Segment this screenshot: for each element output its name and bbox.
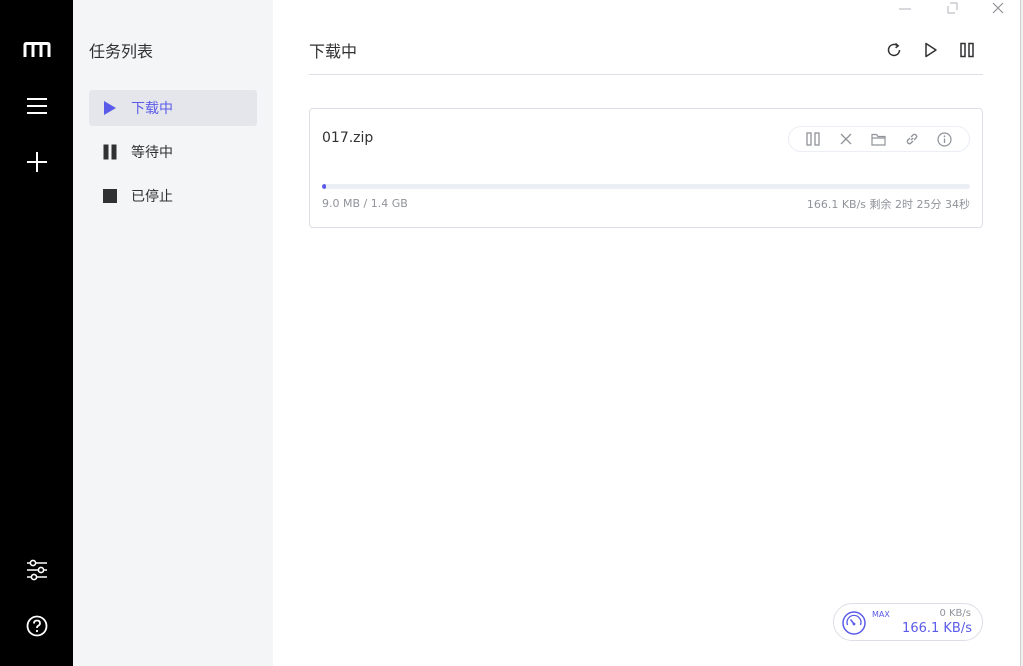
folder-icon bbox=[871, 133, 887, 146]
sidebar-item-label: 下载中 bbox=[131, 101, 173, 117]
app-rail bbox=[0, 0, 73, 666]
help-button[interactable] bbox=[0, 606, 73, 646]
sliders-icon bbox=[26, 559, 47, 581]
logo-m-icon bbox=[0, 30, 73, 70]
add-task-button[interactable] bbox=[0, 142, 73, 182]
help-circle-icon bbox=[26, 615, 47, 637]
resume-all-button[interactable] bbox=[919, 38, 943, 62]
gauge-icon bbox=[841, 610, 867, 640]
refresh-button[interactable] bbox=[882, 38, 906, 62]
download-speed: 166.1 KB/s bbox=[902, 621, 972, 636]
task-progress-bar bbox=[322, 184, 970, 189]
task-item[interactable]: 017.zip 9.0 MB / 1.4 GB 166.1 KB/s 剩余 2时… bbox=[309, 108, 983, 228]
pause-icon bbox=[89, 144, 131, 160]
speed-mode: MAX bbox=[872, 610, 890, 619]
task-folder-button[interactable] bbox=[867, 127, 891, 151]
task-actions bbox=[788, 126, 970, 152]
delete-icon bbox=[840, 133, 852, 145]
task-info-button[interactable] bbox=[933, 127, 957, 151]
task-speed-remaining: 166.1 KB/s 剩余 2时 25分 34秒 bbox=[806, 198, 970, 211]
plus-icon bbox=[26, 152, 47, 172]
header-divider bbox=[309, 74, 983, 75]
sidebar-item-stopped[interactable]: 已停止 bbox=[89, 178, 257, 214]
link-icon bbox=[906, 133, 918, 145]
task-list-sidebar: 任务列表 下载中 等待中 已停止 bbox=[73, 0, 273, 666]
sidebar-item-downloading[interactable]: 下载中 bbox=[89, 90, 257, 126]
sidebar-item-label: 等待中 bbox=[131, 145, 173, 161]
main-panel: 下载中 017.zip 9.0 MB / 1.4 GB 166.1 KB/s 剩… bbox=[273, 0, 1020, 666]
stop-icon bbox=[89, 188, 131, 204]
task-size: 9.0 MB / 1.4 GB bbox=[322, 197, 408, 210]
sidebar-item-label: 已停止 bbox=[131, 189, 173, 205]
task-link-button[interactable] bbox=[900, 127, 924, 151]
pause-icon bbox=[960, 42, 974, 58]
page-title: 下载中 bbox=[309, 42, 358, 61]
refresh-icon bbox=[887, 42, 901, 57]
sidebar-item-waiting[interactable]: 等待中 bbox=[89, 134, 257, 170]
settings-button[interactable] bbox=[0, 550, 73, 590]
play-icon bbox=[89, 100, 131, 116]
task-delete-button[interactable] bbox=[834, 127, 858, 151]
speedometer[interactable]: MAX 0 KB/s 166.1 KB/s bbox=[833, 603, 983, 641]
task-progress-fill bbox=[322, 184, 327, 189]
play-icon bbox=[925, 42, 937, 58]
task-name: 017.zip bbox=[322, 130, 374, 146]
pause-all-button[interactable] bbox=[955, 38, 979, 62]
upload-speed: 0 KB/s bbox=[939, 608, 971, 619]
menu-icon[interactable] bbox=[0, 86, 73, 126]
info-icon bbox=[937, 131, 952, 147]
pause-icon bbox=[806, 132, 821, 146]
sidebar-title: 任务列表 bbox=[89, 42, 154, 61]
task-pause-button[interactable] bbox=[801, 127, 825, 151]
